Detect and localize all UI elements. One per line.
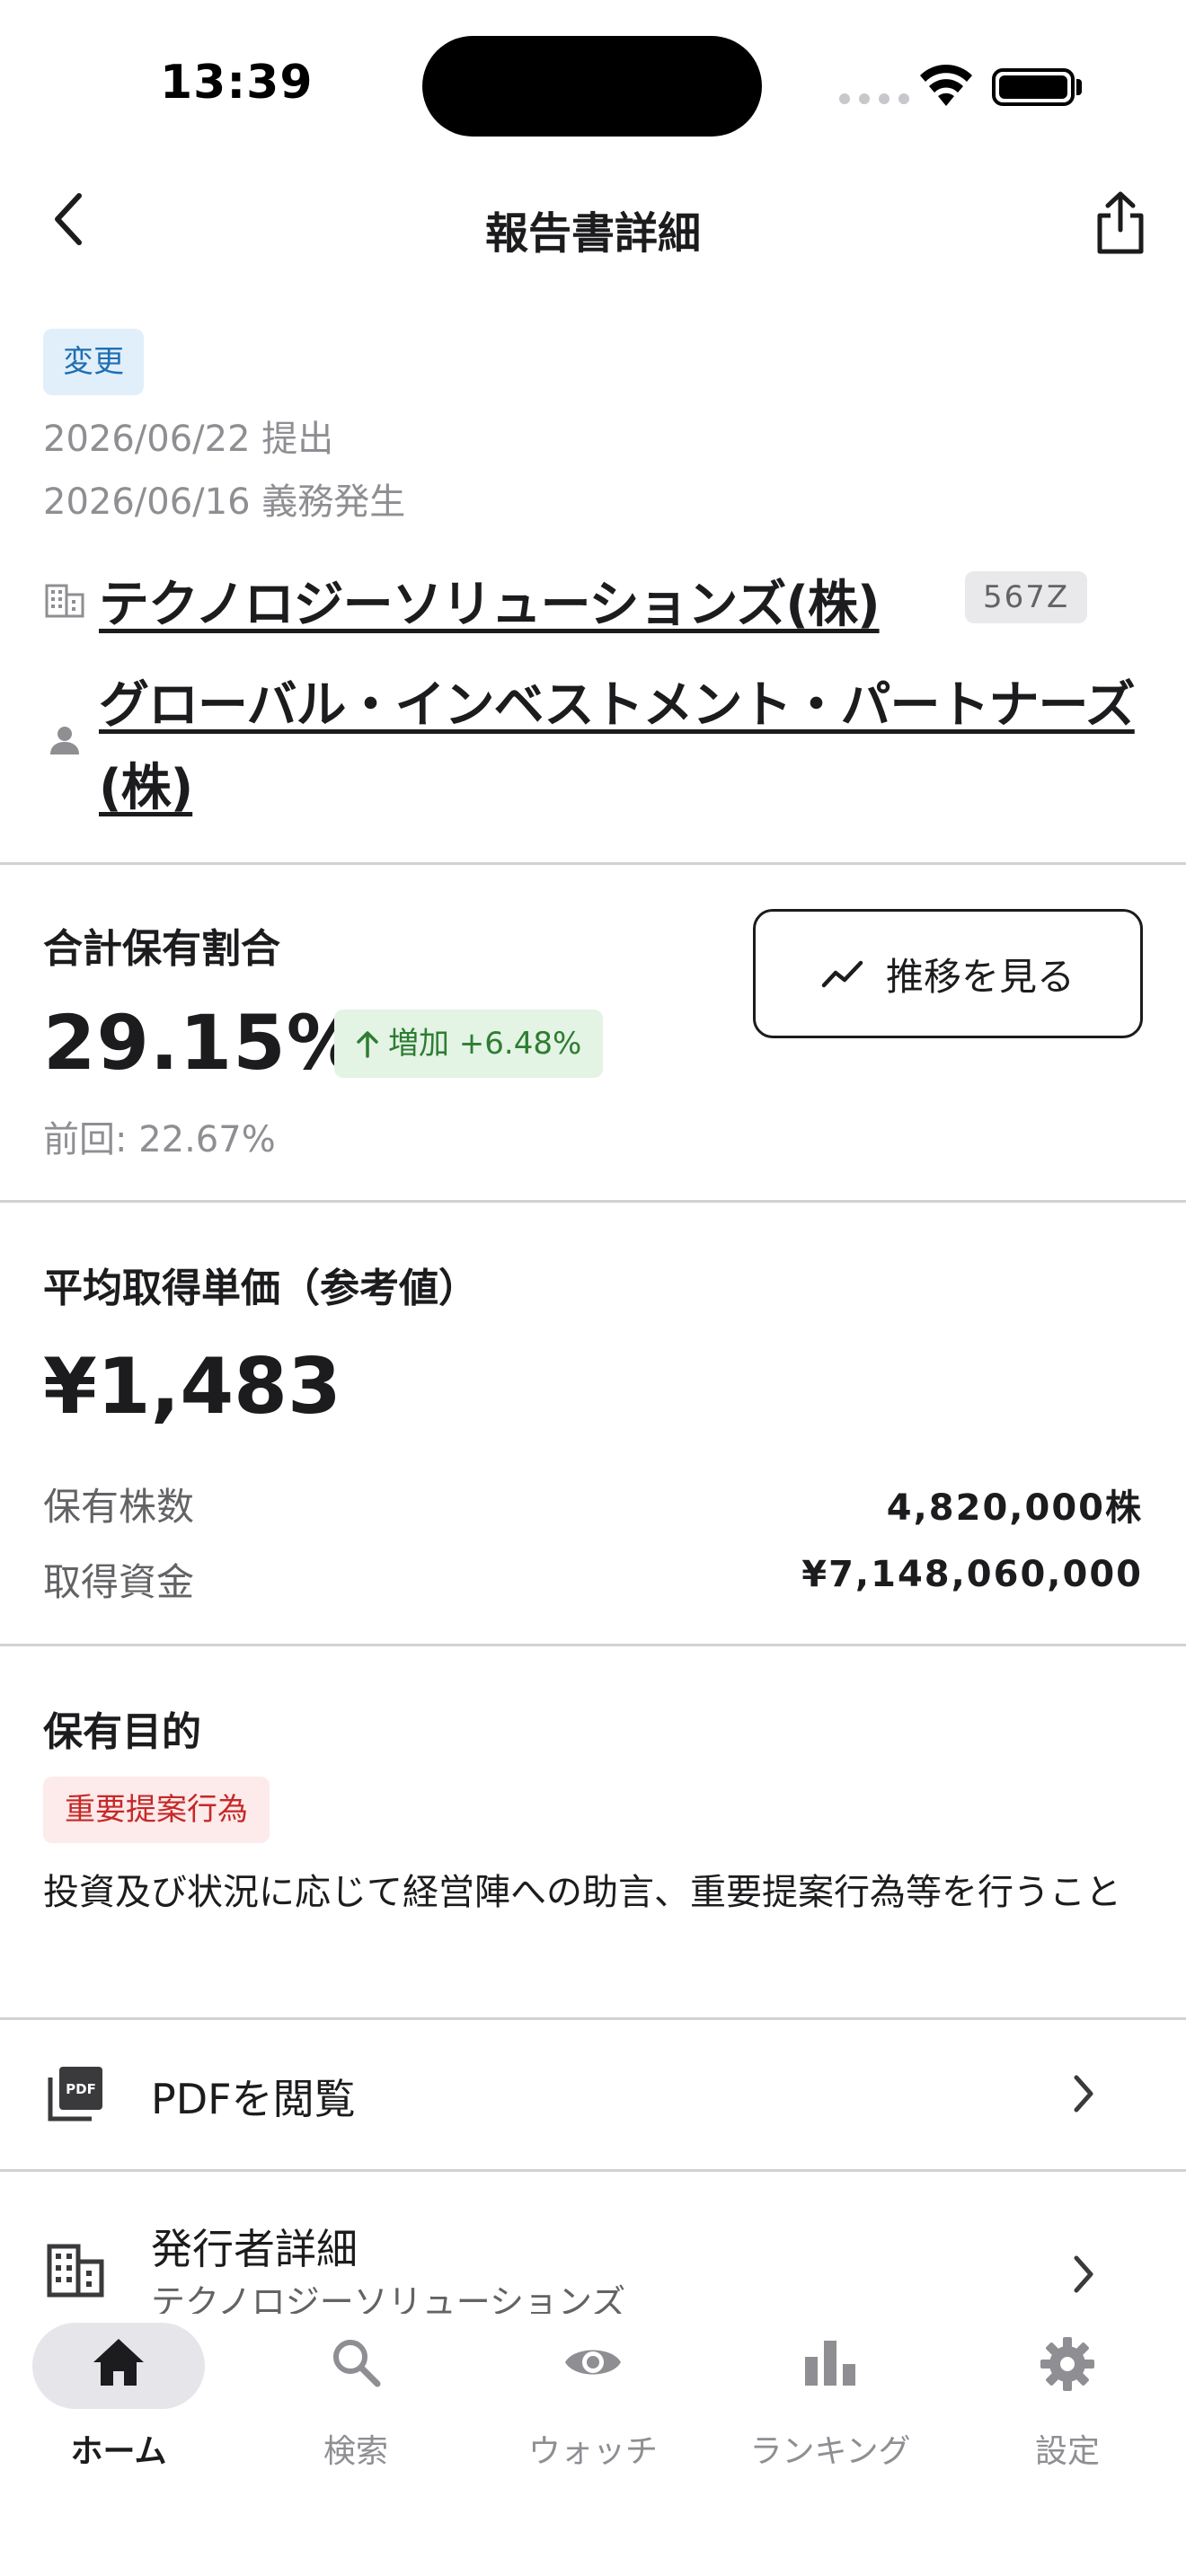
- issuer-detail-row[interactable]: 発行者詳細 テクノロジーソリューションズ: [0, 2172, 1186, 2314]
- bar-chart-icon: [712, 2335, 949, 2389]
- previous-ratio: 前回: 22.67%: [43, 1119, 276, 1160]
- issuer-detail-subtitle: テクノロジーソリューションズ: [151, 2282, 626, 2314]
- building-icon: [47, 2244, 104, 2301]
- purpose-badge: 重要提案行為: [43, 1777, 270, 1843]
- share-button[interactable]: [1094, 190, 1146, 259]
- wifi-icon: [918, 64, 974, 111]
- pdf-icon: PDF: [47, 2065, 104, 2126]
- tab-home-label: ホーム: [70, 2433, 167, 2470]
- status-time: 13:39: [160, 56, 314, 110]
- divider: [0, 862, 1186, 865]
- tab-watch[interactable]: ウォッチ: [474, 2314, 712, 2493]
- tab-home[interactable]: ホーム: [0, 2314, 237, 2493]
- tab-search-label: 検索: [323, 2433, 388, 2470]
- svg-text:PDF: PDF: [66, 2081, 96, 2097]
- view-trend-button[interactable]: 推移を見る: [753, 909, 1143, 1038]
- building-icon: [45, 582, 84, 622]
- share-icon: [1097, 191, 1144, 254]
- ratio-label: 合計保有割合: [43, 926, 280, 972]
- funds-value: ¥7,148,060,000: [801, 1554, 1143, 1595]
- person-icon: [49, 724, 81, 760]
- submitted-date: 2026/06/22 提出: [43, 419, 334, 460]
- holder-name-link[interactable]: グローバル・インベストメント・パートナーズ(株): [99, 665, 1141, 830]
- avg-price-value: ¥1,483: [43, 1342, 341, 1432]
- eye-icon: [474, 2335, 712, 2389]
- obligation-date: 2026/06/16 義務発生: [43, 481, 406, 523]
- view-pdf-label: PDFを閲覧: [151, 2075, 356, 2123]
- battery-tip: [1076, 79, 1082, 95]
- tab-settings[interactable]: 設定: [949, 2314, 1186, 2493]
- purpose-text: 投資及び状況に応じて経営陣への助言、重要提案行為等を行うこと: [43, 1872, 1121, 1913]
- avg-price-label: 平均取得単価（参考値）: [43, 1266, 478, 1311]
- change-badge: 増加 +6.48%: [334, 1010, 604, 1078]
- page-title: 報告書詳細: [484, 208, 701, 259]
- divider: [0, 1200, 1186, 1203]
- chevron-right-icon: [1071, 2074, 1096, 2117]
- issuer-detail-label: 発行者詳細: [151, 2225, 358, 2273]
- trending-icon: [821, 960, 863, 988]
- tab-search[interactable]: 検索: [237, 2314, 474, 2493]
- divider: [0, 1644, 1186, 1646]
- cellular-signal-icon: [839, 93, 909, 104]
- funds-label: 取得資金: [43, 1560, 195, 1604]
- purpose-label: 保有目的: [43, 1709, 201, 1755]
- shares-value: 4,820,000株: [886, 1487, 1143, 1529]
- dynamic-island: [422, 36, 762, 137]
- view-pdf-row[interactable]: PDF PDFを閲覧: [0, 2020, 1186, 2169]
- chevron-right-icon: [1071, 2254, 1096, 2298]
- tab-ranking[interactable]: ランキング: [712, 2314, 949, 2493]
- tab-settings-label: 設定: [1034, 2433, 1100, 2470]
- search-icon: [237, 2335, 474, 2389]
- shares-label: 保有株数: [43, 1485, 195, 1529]
- battery-icon: [992, 68, 1075, 106]
- change-badge-text: 増加 +6.48%: [388, 1026, 582, 1062]
- tab-ranking-label: ランキング: [749, 2433, 911, 2470]
- issuer-code-badge: 567Z: [965, 571, 1088, 623]
- issuer-name-link[interactable]: テクノロジーソリューションズ(株): [99, 564, 881, 637]
- arrow-up-icon: [357, 1031, 378, 1058]
- ratio-value: 29.15%: [43, 999, 363, 1087]
- gear-icon: [949, 2335, 1186, 2393]
- report-type-badge: 変更: [43, 329, 144, 395]
- tab-watch-label: ウォッチ: [527, 2433, 658, 2470]
- view-trend-label: 推移を見る: [885, 954, 1075, 999]
- tab-bar: ホーム 検索 ウォッチ ランキング 設定: [0, 2314, 1186, 2576]
- home-icon: [0, 2335, 237, 2389]
